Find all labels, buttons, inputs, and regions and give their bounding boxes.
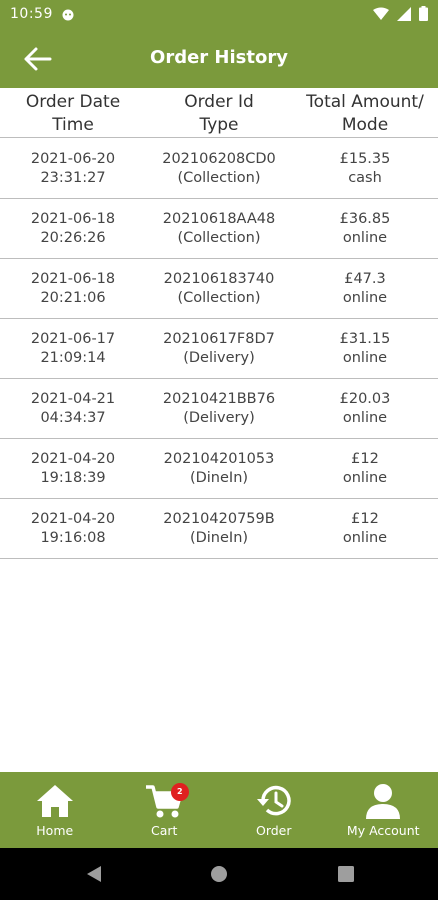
status-bar: 10:59	[0, 0, 438, 30]
table-row[interactable]: 2021-06-17 21:09:14 20210617F8D7 (Delivery…	[0, 319, 438, 379]
column-header-amount: Total Amount/ Mode	[306, 92, 424, 135]
table-row[interactable]: 2021-06-18 20:26:26 20210618AA48 (Collecti…	[0, 199, 438, 259]
notification-icon	[62, 9, 74, 21]
order-date-cell: 2021-06-18 20:21:06	[30, 271, 116, 306]
order-amount-cell: £47.3 online	[342, 271, 388, 306]
order-amount-cell: £31.15 online	[339, 331, 391, 366]
system-nav-bar	[0, 848, 438, 900]
nav-cart[interactable]: 2 Cart	[110, 772, 220, 848]
page-title: Order History	[150, 47, 288, 68]
nav-my-account-label: My Account	[346, 823, 420, 838]
history-icon	[256, 785, 291, 816]
order-date-cell: 2021-06-20 23:31:27	[30, 151, 116, 186]
app-bar: Order History	[0, 30, 438, 88]
order-amount-cell: £12 online	[342, 451, 388, 486]
order-date-cell: 2021-04-20 19:16:08	[30, 511, 116, 546]
column-header-date: Order Date Time	[25, 92, 121, 135]
column-header-order-id: Order Id Type	[184, 92, 254, 135]
nav-cart-label: Cart	[151, 823, 178, 838]
account-icon	[366, 784, 401, 819]
table-row[interactable]: 2021-04-21 04:34:37 20210421BB76 (Delivery…	[0, 379, 438, 439]
nav-order-label: Order	[255, 823, 292, 838]
order-id-cell: 202106183740 (Collection)	[163, 271, 275, 306]
order-amount-cell: £20.03 online	[339, 391, 391, 426]
order-amount-cell: £15.35 cash	[339, 151, 391, 186]
nav-home[interactable]: Home	[0, 772, 110, 848]
table-row[interactable]: 2021-06-20 23:31:27 202106208CD0 (Collecti…	[0, 139, 438, 199]
battery-icon	[419, 6, 428, 21]
order-id-cell: 20210420759B (DineIn)	[163, 511, 275, 546]
nav-order[interactable]: Order	[219, 772, 329, 848]
order-amount-cell: £36.85 online	[339, 211, 391, 246]
order-id-cell: 20210421BB76 (Delivery)	[162, 391, 276, 426]
order-id-cell: 202104201053 (DineIn)	[163, 451, 275, 486]
order-date-cell: 2021-04-21 04:34:37	[30, 391, 116, 426]
order-list: 2021-06-20 23:31:27 202106208CD0 (Collecti…	[0, 139, 438, 559]
order-id-cell: 202106208CD0 (Collection)	[162, 151, 276, 186]
table-row[interactable]: 2021-04-20 19:16:08 20210420759B (DineIn) …	[0, 499, 438, 559]
system-back-icon[interactable]	[83, 863, 105, 885]
home-icon	[36, 785, 73, 817]
cart-badge: 2	[170, 783, 189, 801]
nav-home-label: Home	[36, 823, 74, 838]
signal-icon	[397, 6, 411, 21]
table-row[interactable]: 2021-06-18 20:21:06 202106183740 (Collecti…	[0, 259, 438, 319]
order-date-cell: 2021-04-20 19:18:39	[30, 451, 116, 486]
order-id-cell: 20210618AA48 (Collection)	[162, 211, 276, 246]
bottom-nav: Home 2 Cart Order My Account	[0, 772, 438, 848]
order-date-cell: 2021-06-18 20:26:26	[30, 211, 116, 246]
nav-my-account[interactable]: My Account	[329, 772, 438, 848]
system-recents-icon[interactable]	[335, 863, 357, 885]
table-row[interactable]: 2021-04-20 19:18:39 202104201053 (DineIn) …	[0, 439, 438, 499]
table-header: Order Date Time Order Id Type Total Amou…	[0, 88, 438, 138]
order-date-cell: 2021-06-17 21:09:14	[30, 331, 116, 366]
wifi-icon	[373, 7, 389, 20]
order-id-cell: 20210617F8D7 (Delivery)	[163, 331, 275, 366]
status-time: 10:59	[10, 6, 53, 22]
system-home-icon[interactable]	[208, 863, 230, 885]
order-amount-cell: £12 online	[342, 511, 388, 546]
